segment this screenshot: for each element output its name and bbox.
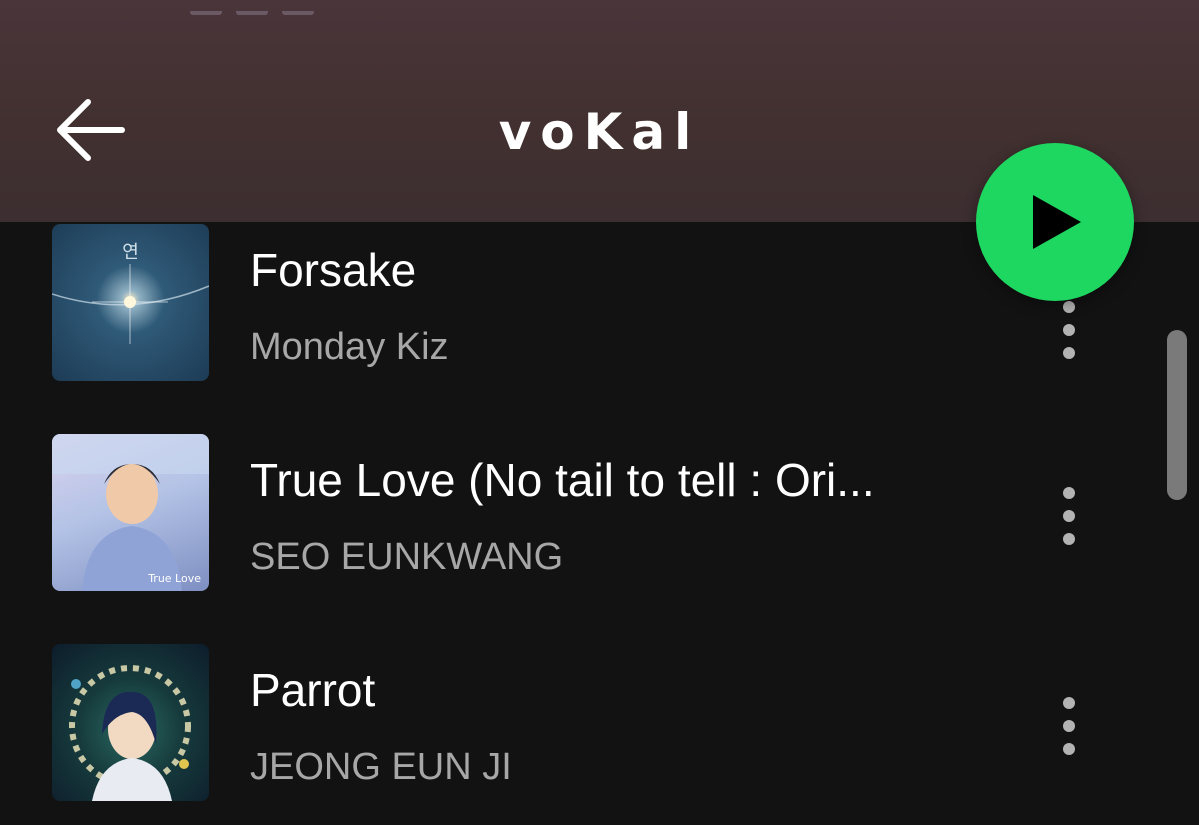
play-icon xyxy=(1033,195,1081,249)
track-title: Forsake xyxy=(250,244,417,296)
album-art-text: True Love xyxy=(148,572,201,585)
track-artist: Monday Kiz xyxy=(250,326,449,368)
status-sliver xyxy=(190,0,390,15)
album-art: 연 xyxy=(52,224,209,381)
track-title: Parrot xyxy=(250,664,376,716)
album-art-text: 연 xyxy=(122,242,139,263)
album-art xyxy=(52,644,209,801)
more-options-button[interactable] xyxy=(1048,470,1090,560)
track-row[interactable]: True Love True Love (No tail to tell : O… xyxy=(0,434,1199,592)
track-list: 연 Forsake Monday Kiz True Love True Love… xyxy=(0,222,1199,825)
track-artist: SEO EUNKWANG xyxy=(250,536,564,578)
album-art: True Love xyxy=(52,434,209,591)
play-button[interactable] xyxy=(976,143,1134,301)
track-title: True Love (No tail to tell : Ori... xyxy=(250,454,875,506)
track-artist: JEONG EUN JI xyxy=(250,746,512,788)
more-options-button[interactable] xyxy=(1048,680,1090,770)
scrollbar-thumb[interactable] xyxy=(1167,330,1187,500)
track-row[interactable]: Parrot JEONG EUN JI xyxy=(0,644,1199,802)
